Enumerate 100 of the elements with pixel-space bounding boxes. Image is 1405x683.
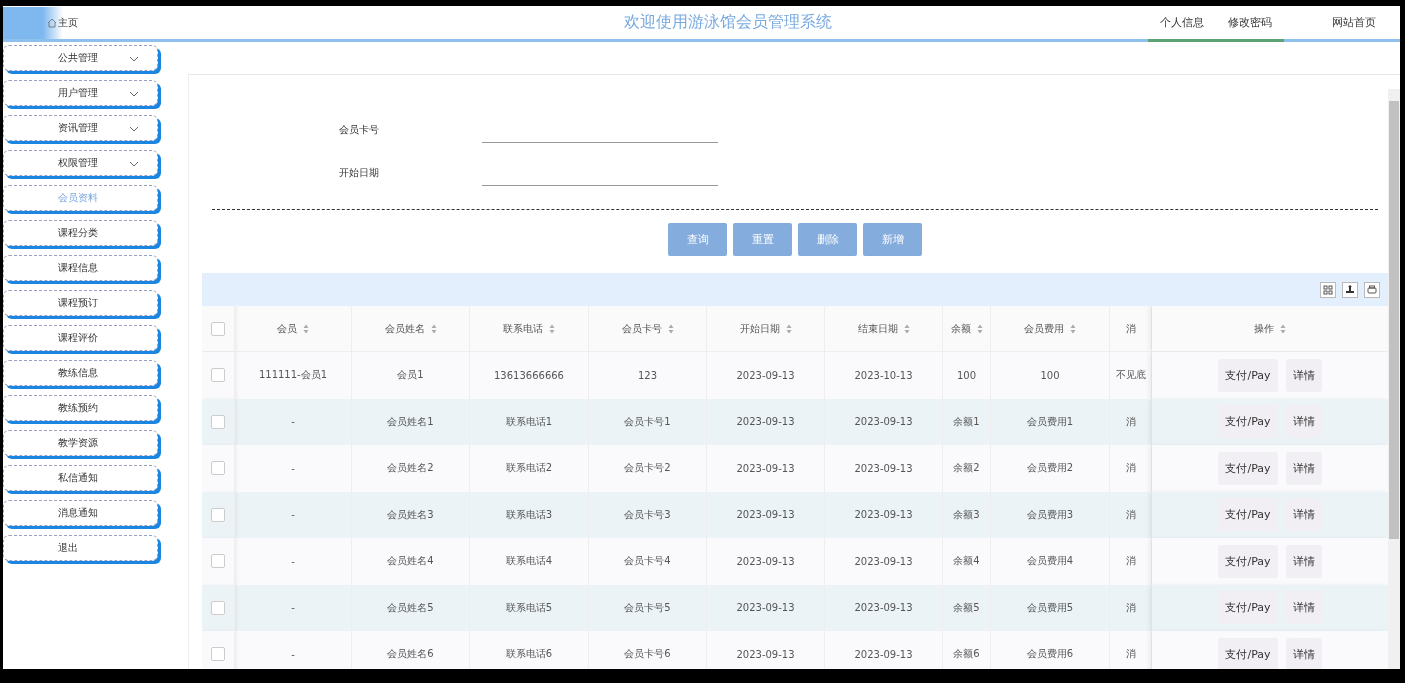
table-cell: 2023-10-13 [854, 369, 913, 381]
table-cell: 会员卡号3 [624, 507, 671, 522]
table-cell: 123 [637, 369, 658, 381]
table-cell: 会员卡号4 [624, 554, 671, 569]
row-action-button[interactable]: 详情 [1285, 591, 1322, 625]
table-cell: 2023-09-13 [854, 602, 913, 614]
column-header[interactable]: 开始日期 [739, 321, 792, 336]
table-cell: 不见底 [1115, 368, 1146, 383]
table-cell: 2023-09-13 [736, 416, 795, 428]
sidebar-item[interactable]: 教学资源 [3, 430, 158, 456]
row-action-button[interactable]: 支付/Pay [1218, 544, 1278, 578]
table-cell: 会员卡号1 [624, 414, 671, 429]
column-header[interactable]: 余额 [950, 321, 983, 336]
column-header[interactable]: 会员 [277, 321, 309, 336]
table-cell: 消 [1125, 600, 1136, 615]
sidebar-item[interactable]: 教练预约 [3, 395, 158, 421]
table-cell: 2023-09-13 [854, 648, 913, 660]
row-action-button[interactable]: 支付/Pay [1218, 591, 1278, 625]
checkbox[interactable] [211, 647, 225, 662]
checkbox[interactable] [211, 414, 225, 429]
table-cell: 余额1 [953, 414, 980, 429]
table-cell: 消 [1125, 507, 1136, 522]
table-cell: 会员姓名4 [387, 554, 434, 569]
table-cell: 余额5 [953, 600, 980, 615]
sidebar-item[interactable]: 教练信息 [3, 360, 158, 386]
header-link[interactable]: 网站首页 [1320, 6, 1388, 42]
sidebar-item[interactable]: 退出 [3, 535, 158, 561]
row-action-button[interactable]: 支付/Pay [1218, 451, 1278, 485]
table-cell: - [291, 416, 295, 428]
scrollbar[interactable] [1388, 89, 1400, 669]
header-link[interactable]: 个人信息 [1148, 6, 1216, 42]
column-header[interactable]: 会员费用 [1024, 321, 1076, 336]
table-cell: 会员费用3 [1026, 507, 1074, 522]
checkbox[interactable] [211, 368, 225, 383]
row-action-button[interactable]: 支付/Pay [1218, 405, 1278, 439]
column-header[interactable]: 操作 [1254, 321, 1286, 336]
table-cell: 消 [1125, 414, 1136, 429]
field-label: 会员卡号 [338, 123, 380, 137]
header-link[interactable]: 修改密码 [1216, 6, 1284, 42]
sidebar-item[interactable]: 资讯管理 [3, 115, 158, 141]
grid-icon[interactable] [1320, 281, 1336, 298]
table-cell: 会员姓名3 [387, 507, 434, 522]
sidebar-item[interactable]: 课程评价 [3, 325, 158, 351]
column-header[interactable]: 结束日期 [857, 321, 910, 336]
home-icon [47, 17, 57, 28]
row-action-button[interactable]: 支付/Pay [1218, 498, 1278, 532]
checkbox[interactable] [211, 554, 225, 569]
row-action-button[interactable]: 详情 [1285, 544, 1322, 578]
checkbox[interactable] [211, 461, 225, 476]
table-cell: 联系电话1 [505, 414, 553, 429]
row-action-button[interactable]: 详情 [1285, 405, 1322, 439]
table-cell: 2023-09-13 [736, 602, 795, 614]
row-action-button[interactable]: 详情 [1285, 498, 1322, 532]
column-header[interactable]: 会员卡号 [621, 321, 674, 336]
table-cell: 联系电话4 [505, 554, 553, 569]
table-cell: 会员费用5 [1026, 600, 1074, 615]
row-action-button[interactable]: 详情 [1285, 637, 1322, 669]
table-cell: 会员卡号5 [624, 600, 671, 615]
table-cell: 消 [1125, 554, 1136, 569]
row-action-button[interactable]: 支付/Pay [1218, 358, 1278, 392]
sidebar-item[interactable]: 课程预订 [3, 290, 158, 316]
table-cell: 会员1 [397, 368, 424, 383]
row-action-button[interactable]: 支付/Pay [1218, 637, 1278, 669]
print-icon[interactable] [1364, 281, 1380, 298]
table-cell: - [291, 555, 295, 567]
table-cell: 会员卡号2 [624, 461, 671, 476]
checkbox[interactable] [211, 321, 225, 336]
row-action-button[interactable]: 详情 [1285, 358, 1322, 392]
column-header[interactable]: 联系电话 [503, 321, 555, 336]
sidebar-item[interactable]: 消息通知 [3, 500, 158, 526]
table-cell: 会员费用4 [1026, 554, 1074, 569]
column-header[interactable]: 会员姓名 [384, 321, 437, 336]
table-cell: 会员姓名1 [387, 414, 434, 429]
table-cell: - [291, 648, 295, 660]
export-icon[interactable] [1342, 281, 1358, 298]
sidebar-item[interactable]: 课程分类 [3, 220, 158, 246]
table-cell: 2023-09-13 [736, 462, 795, 474]
table-cell: 2023-09-13 [736, 509, 795, 521]
checkbox[interactable] [211, 600, 225, 615]
sidebar-item[interactable]: 私信通知 [3, 465, 158, 491]
table-cell: 会员姓名6 [387, 647, 434, 662]
table-cell: 会员费用2 [1026, 461, 1074, 476]
table-cell: 余额2 [953, 461, 980, 476]
table-cell: 会员卡号6 [624, 647, 671, 662]
table-cell: - [291, 509, 295, 521]
table-cell: - [291, 462, 295, 474]
table-cell: - [291, 602, 295, 614]
table-cell: 2023-09-13 [736, 555, 795, 567]
row-action-button[interactable]: 详情 [1285, 451, 1322, 485]
table-cell: 2023-09-13 [854, 555, 913, 567]
app-title: 欢迎使用游泳馆会员管理系统 [622, 12, 833, 33]
sidebar-item[interactable]: 用户管理 [3, 80, 158, 106]
table-cell: 联系电话5 [505, 600, 553, 615]
column-header[interactable]: 消 [1125, 321, 1136, 336]
sidebar-item[interactable]: 课程信息 [3, 255, 158, 281]
sidebar-item[interactable]: 权限管理 [3, 150, 158, 176]
checkbox[interactable] [211, 507, 225, 522]
table-cell: 111111-会员1 [258, 368, 328, 383]
table-cell: 余额3 [953, 507, 980, 522]
sidebar-item[interactable]: 公共管理 [3, 45, 158, 71]
